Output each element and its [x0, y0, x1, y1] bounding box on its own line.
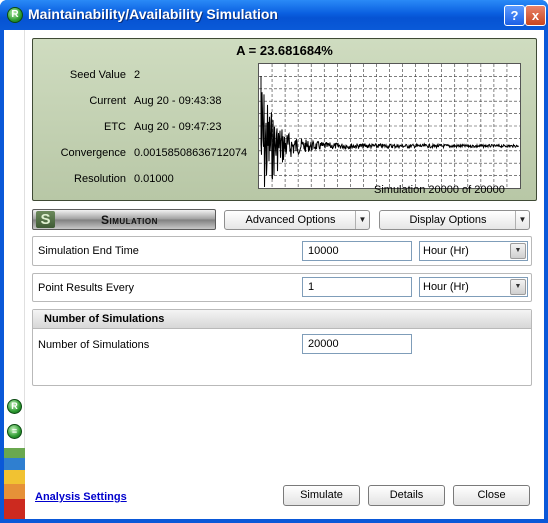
- simulation-logo-text: Simulation: [101, 213, 158, 227]
- simulation-logo-letter: S: [36, 211, 55, 228]
- current-value: Aug 20 - 09:43:38: [134, 95, 222, 107]
- left-strip: R ≡: [4, 30, 25, 519]
- color-strip-blue: [4, 458, 25, 470]
- window-title: Maintainability/Availability Simulation: [28, 6, 278, 22]
- end-time-unit-value: Hour (Hr): [423, 245, 469, 257]
- etc-value: Aug 20 - 09:47:23: [134, 121, 222, 133]
- point-results-input[interactable]: 1: [302, 277, 412, 297]
- end-time-row: Simulation End Time 10000 Hour (Hr) ▼: [32, 236, 532, 266]
- etc-label: ETC: [104, 121, 126, 133]
- advanced-options-button[interactable]: Advanced Options ▼: [224, 210, 370, 230]
- simulation-status: Simulation 20000 of 20000: [374, 184, 505, 196]
- display-options-button[interactable]: Display Options ▼: [379, 210, 530, 230]
- current-label: Current: [89, 95, 126, 107]
- convergence-plot: [258, 63, 521, 189]
- convergence-label: Convergence: [60, 147, 126, 159]
- plot-grid: [259, 64, 520, 188]
- point-results-row: Point Results Every 1 Hour (Hr) ▼: [32, 273, 532, 302]
- title-bar[interactable]: R Maintainability/Availability Simulatio…: [0, 0, 548, 30]
- seed-value: 2: [134, 69, 141, 81]
- close-button[interactable]: Close: [453, 485, 530, 506]
- color-strip-green: [4, 448, 25, 458]
- point-results-label: Point Results Every: [38, 282, 134, 294]
- convergence-plot-svg: [259, 64, 520, 188]
- reliasoft-icon[interactable]: R: [7, 399, 22, 414]
- client-area: R ≡ A = 23.681684% Seed Value 2 Current …: [4, 30, 544, 519]
- chevron-down-icon[interactable]: ▼: [510, 279, 526, 295]
- simulations-group-header: Number of Simulations: [33, 310, 531, 329]
- simulation-logo: S Simulation: [32, 209, 216, 230]
- resolution-label: Resolution: [74, 173, 126, 185]
- color-strip-red: [4, 499, 25, 519]
- options-icon[interactable]: ≡: [7, 424, 22, 439]
- advanced-options-label: Advanced Options: [245, 214, 336, 226]
- simulate-button[interactable]: Simulate: [283, 485, 360, 506]
- simulations-label: Number of Simulations: [38, 339, 150, 351]
- help-button[interactable]: ?: [504, 5, 525, 26]
- availability-value: A = 23.681684%: [236, 43, 333, 58]
- close-window-button[interactable]: x: [525, 5, 546, 26]
- color-strip-yellow: [4, 470, 25, 484]
- chevron-down-icon: ▼: [355, 211, 369, 229]
- point-results-unit-value: Hour (Hr): [423, 281, 469, 293]
- app-icon: R: [7, 7, 23, 23]
- point-results-unit-select[interactable]: Hour (Hr) ▼: [419, 277, 528, 297]
- end-time-input[interactable]: 10000: [302, 241, 412, 261]
- end-time-unit-select[interactable]: Hour (Hr) ▼: [419, 241, 528, 261]
- resolution-value: 0.01000: [134, 173, 174, 185]
- simulations-input[interactable]: 20000: [302, 334, 412, 354]
- chevron-down-icon: ▼: [515, 211, 529, 229]
- details-button[interactable]: Details: [368, 485, 445, 506]
- color-strip-orange: [4, 484, 25, 499]
- analysis-settings-link[interactable]: Analysis Settings: [35, 491, 127, 503]
- display-options-label: Display Options: [409, 214, 487, 226]
- progress-panel: A = 23.681684% Seed Value 2 Current Aug …: [32, 38, 537, 201]
- convergence-value: 0.00158508636712074: [134, 147, 248, 159]
- main-content: A = 23.681684% Seed Value 2 Current Aug …: [25, 30, 544, 519]
- simulations-group: Number of Simulations Number of Simulati…: [32, 309, 532, 386]
- chevron-down-icon[interactable]: ▼: [510, 243, 526, 259]
- simulation-window: R Maintainability/Availability Simulatio…: [0, 0, 548, 523]
- end-time-label: Simulation End Time: [38, 245, 139, 257]
- seed-label: Seed Value: [69, 69, 126, 81]
